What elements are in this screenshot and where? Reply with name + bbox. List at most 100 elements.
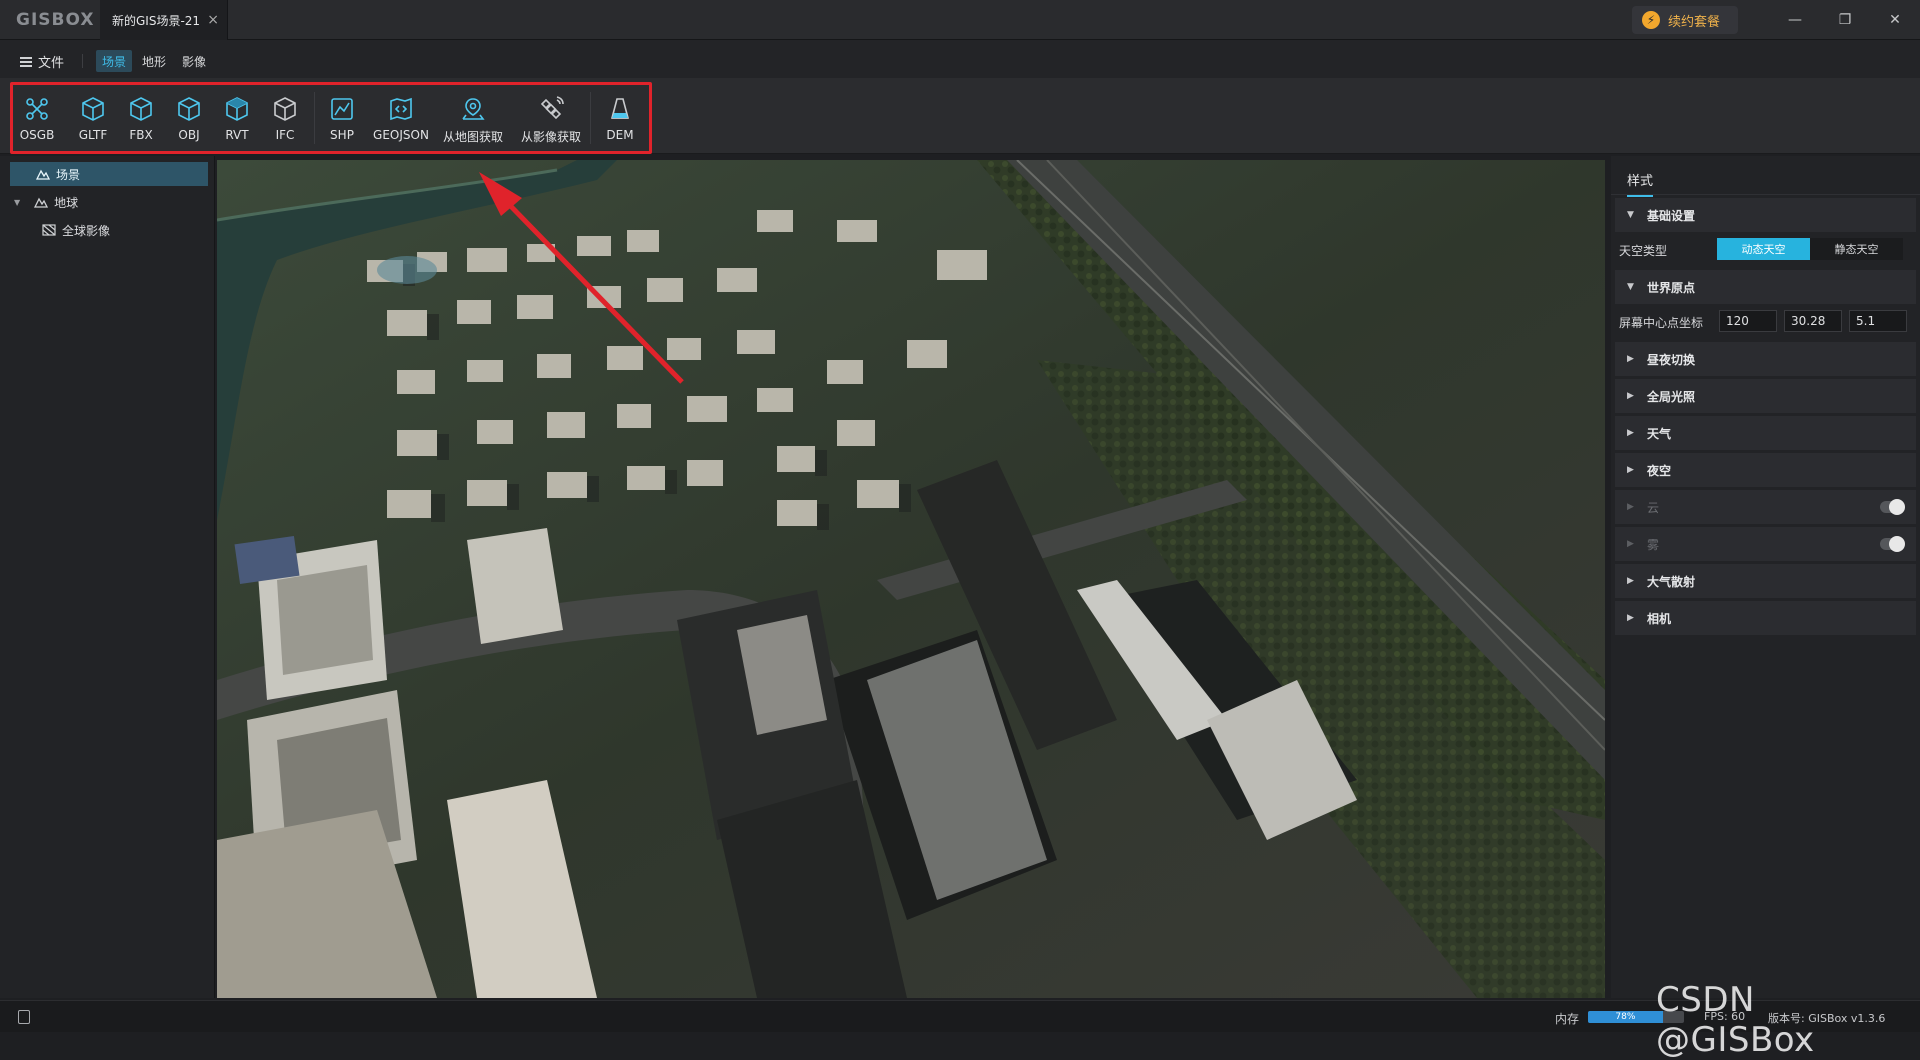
section-basic-settings[interactable]: ▼ 基础设置 — [1615, 198, 1916, 232]
section-global-lighting-label: 全局光照 — [1647, 389, 1696, 404]
caret-down-icon: ▼ — [1627, 210, 1634, 220]
from-imagery-button[interactable]: 从影像获取 — [521, 84, 581, 150]
osgb-button[interactable]: OSGB — [13, 84, 61, 150]
gltf-label: GLTF — [78, 128, 108, 142]
tree-item-scene[interactable]: 场景 — [10, 162, 208, 186]
cube-icon — [226, 97, 248, 121]
scene-tab-title: 新的GIS场景-21 — [112, 13, 201, 28]
gltf-button[interactable]: GLTF — [69, 84, 117, 150]
caret-right-icon: ▶ — [1627, 428, 1634, 438]
file-menu[interactable]: 文件 — [20, 52, 64, 71]
dem-button[interactable]: DEM — [596, 84, 644, 150]
section-fog-label: 雾 — [1647, 537, 1660, 552]
properties-panel: 样式 ▼ 基础设置 天空类型 动态天空 静态天空 ▼ 世界原点 屏幕中心点坐标 … — [1611, 156, 1920, 998]
title-bar: GISBOX 新的GIS场景-21 × ⚡ 续约套餐 — ❐ ✕ — [0, 0, 1920, 40]
sky-static-option[interactable]: 静态天空 — [1810, 238, 1903, 260]
tree-item-earth[interactable]: ▼ 地球 — [14, 190, 208, 214]
renew-plan-button[interactable]: ⚡ 续约套餐 — [1632, 6, 1738, 34]
section-atmosphere[interactable]: ▶ 大气散射 — [1615, 564, 1916, 598]
tree-item-earth-label: 地球 — [54, 195, 79, 210]
sky-type-label: 天空类型 — [1619, 244, 1668, 258]
caret-right-icon: ▶ — [1627, 354, 1634, 364]
from-map-label: 从地图获取 — [443, 130, 504, 144]
section-cloud[interactable]: ▶ 云 — [1615, 490, 1916, 524]
close-window-button[interactable]: ✕ — [1880, 8, 1910, 32]
memory-bar-fill: 78% — [1588, 1011, 1663, 1023]
rvt-button[interactable]: RVT — [213, 84, 261, 150]
close-tab-icon[interactable]: × — [207, 12, 219, 28]
cube-icon — [82, 97, 104, 121]
cloud-toggle[interactable] — [1880, 499, 1905, 515]
tab-style[interactable]: 样式 — [1627, 170, 1654, 197]
fog-toggle[interactable] — [1880, 536, 1905, 552]
section-weather[interactable]: ▶ 天气 — [1615, 416, 1916, 450]
section-night-sky[interactable]: ▶ 夜空 — [1615, 453, 1916, 487]
restore-button[interactable]: ❐ — [1830, 8, 1860, 32]
caret-down-icon: ▼ — [1627, 282, 1634, 292]
scene-tab[interactable]: 新的GIS场景-21 × — [100, 0, 228, 40]
obj-button[interactable]: OBJ — [165, 84, 213, 150]
caret-right-icon: ▶ — [1627, 539, 1634, 549]
renew-plan-label: 续约套餐 — [1668, 14, 1721, 30]
ifc-button[interactable]: IFC — [261, 84, 309, 150]
from-map-button[interactable]: 从地图获取 — [443, 84, 503, 150]
section-world-origin[interactable]: ▼ 世界原点 — [1615, 270, 1916, 304]
sky-dynamic-option[interactable]: 动态天空 — [1717, 238, 1810, 260]
menu-bar: 文件 场景 地形 影像 — [0, 40, 1920, 78]
tree-item-global-imagery-label: 全球影像 — [62, 223, 111, 238]
shp-label: SHP — [330, 128, 354, 142]
section-weather-label: 天气 — [1647, 426, 1672, 441]
shp-button[interactable]: SHP — [318, 84, 366, 150]
tree-item-scene-label: 场景 — [56, 167, 81, 182]
tab-terrain[interactable]: 地形 — [136, 50, 172, 72]
section-camera[interactable]: ▶ 相机 — [1615, 601, 1916, 635]
imagery-icon — [42, 224, 56, 236]
tree-item-global-imagery[interactable]: 全球影像 — [42, 218, 208, 242]
section-global-lighting[interactable]: ▶ 全局光照 — [1615, 379, 1916, 413]
osgb-icon — [26, 98, 48, 120]
aerial-city-view — [217, 160, 1605, 998]
section-camera-label: 相机 — [1647, 611, 1672, 626]
section-cloud-label: 云 — [1647, 500, 1660, 515]
from-imagery-label: 从影像获取 — [521, 130, 582, 144]
center-y-input[interactable] — [1784, 310, 1842, 332]
osgb-label: OSGB — [19, 128, 55, 142]
map-pin-icon — [462, 98, 485, 120]
shp-icon — [331, 98, 353, 120]
menu-divider — [82, 54, 83, 68]
hamburger-icon — [20, 56, 32, 67]
3d-viewport[interactable] — [217, 160, 1605, 998]
status-bar: 内存 78% FPS: 60 版本号: GISBox v1.3.6 — [0, 1000, 1920, 1032]
section-day-night-label: 昼夜切换 — [1647, 352, 1696, 367]
section-night-sky-label: 夜空 — [1647, 463, 1672, 478]
memory-label: 内存 — [1555, 1012, 1580, 1026]
tab-underline — [1611, 194, 1920, 195]
ifc-label: IFC — [275, 128, 295, 142]
geojson-label: GEOJSON — [373, 128, 429, 142]
section-fog[interactable]: ▶ 雾 — [1615, 527, 1916, 561]
tab-scene[interactable]: 场景 — [96, 50, 133, 72]
fbx-button[interactable]: FBX — [117, 84, 165, 150]
dem-icon — [610, 98, 630, 119]
geojson-button[interactable]: GEOJSON — [373, 84, 429, 150]
screen-center-label: 屏幕中心点坐标 — [1619, 316, 1704, 330]
obj-label: OBJ — [178, 128, 200, 142]
center-z-input[interactable] — [1849, 310, 1907, 332]
document-icon[interactable] — [18, 1010, 30, 1024]
rvt-label: RVT — [225, 128, 249, 142]
caret-right-icon: ▶ — [1627, 502, 1634, 512]
toolbar-divider — [590, 92, 591, 144]
caret-right-icon: ▶ — [1627, 391, 1634, 401]
cube-icon — [178, 97, 200, 121]
minimize-button[interactable]: — — [1780, 8, 1810, 32]
center-x-input[interactable] — [1719, 310, 1777, 332]
satellite-icon — [540, 96, 564, 120]
cube-icon — [274, 97, 296, 121]
scene-icon — [36, 169, 50, 180]
caret-right-icon: ▶ — [1627, 465, 1634, 475]
lightning-icon: ⚡ — [1642, 11, 1660, 29]
section-day-night[interactable]: ▶ 昼夜切换 — [1615, 342, 1916, 376]
tab-imagery[interactable]: 影像 — [176, 50, 212, 72]
dem-label: DEM — [606, 128, 634, 142]
file-menu-label: 文件 — [38, 56, 65, 71]
